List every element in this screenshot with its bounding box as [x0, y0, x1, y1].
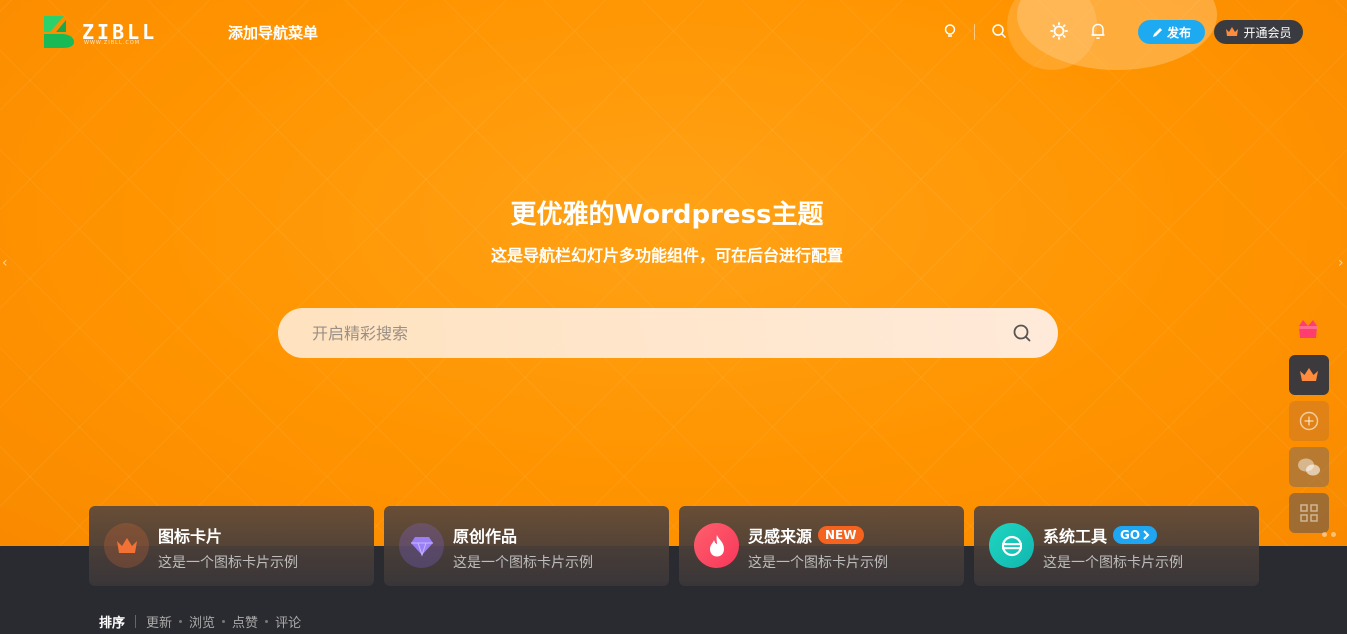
slider-dots	[1322, 532, 1336, 537]
logo-text: ZIBLL	[82, 20, 158, 44]
publish-label: 发布	[1166, 25, 1191, 40]
sort-dot	[179, 620, 183, 623]
crown-icon	[1226, 27, 1239, 36]
vip-label: 开通会员	[1243, 25, 1292, 40]
fire-icon	[709, 534, 724, 556]
card-desc: 这是一个图标卡片示例	[453, 555, 593, 571]
qrcode-icon	[1300, 504, 1318, 522]
gift-icon[interactable]	[1296, 318, 1320, 340]
sort-option-views[interactable]: 浏览	[189, 612, 215, 631]
float-wechat-button[interactable]	[1289, 447, 1329, 487]
card-title: 原创作品	[453, 527, 518, 546]
pencil-icon	[1152, 27, 1162, 37]
card-desc: 这是一个图标卡片示例	[1043, 555, 1183, 571]
logo-mark-icon	[44, 16, 74, 48]
nav-menu-add[interactable]: 添加导航菜单	[228, 22, 318, 43]
icon-card-4[interactable]: 系统工具 GO 这是一个图标卡片示例	[974, 506, 1259, 586]
card-icon-wrap	[104, 523, 149, 568]
hero-title: 更优雅的Wordpress主题	[510, 200, 824, 230]
card-title: 图标卡片	[158, 527, 223, 546]
icon-card-2[interactable]: 原创作品 这是一个图标卡片示例	[384, 506, 669, 586]
sort-separator	[135, 615, 137, 628]
card-icon-wrap	[989, 523, 1034, 568]
search-input[interactable]	[278, 308, 1012, 358]
float-vip-button[interactable]	[1289, 355, 1329, 395]
card-icon-wrap	[399, 523, 444, 568]
card-title: 灵感来源 NEW	[748, 523, 864, 547]
sort-dot	[222, 620, 226, 623]
slider-dot[interactable]	[1322, 532, 1327, 537]
sort-option-comments[interactable]: 评论	[275, 612, 301, 631]
card-title: 系统工具 GO	[1043, 523, 1158, 547]
card-desc: 这是一个图标卡片示例	[158, 555, 298, 571]
add-circle-icon	[1299, 411, 1319, 431]
sort-label: 排序	[99, 616, 126, 631]
hero-subtitle: 这是导航栏幻灯片多功能组件，可在后台进行配置	[490, 246, 843, 265]
sort-option-likes[interactable]: 点赞	[232, 612, 258, 631]
crown-icon	[116, 537, 137, 553]
header-search-icon[interactable]	[990, 22, 1008, 40]
icon-card-3[interactable]: 灵感来源 NEW 这是一个图标卡片示例	[679, 506, 964, 586]
header-separator	[974, 24, 975, 40]
search-box	[278, 308, 1058, 358]
chevron-right-icon	[1143, 530, 1150, 540]
float-add-button[interactable]	[1289, 401, 1329, 441]
logo-subtext: WWW.ZIBLL.COM	[84, 40, 141, 46]
search-icon[interactable]	[1012, 323, 1032, 343]
sort-option-update[interactable]: 更新	[146, 612, 172, 631]
notification-bell-icon[interactable]	[1089, 22, 1107, 40]
float-qrcode-button[interactable]	[1289, 493, 1329, 533]
slider-next-icon[interactable]: ›	[1338, 255, 1344, 271]
publish-button[interactable]: 发布	[1138, 20, 1205, 44]
diamond-icon	[410, 536, 433, 557]
new-badge: NEW	[818, 526, 864, 544]
go-badge: GO	[1113, 526, 1158, 544]
card-desc: 这是一个图标卡片示例	[748, 555, 888, 571]
hero-banner: ‹ › 更优雅的Wordpress主题 这是导航栏幻灯片多功能组件，可在后台进行…	[0, 0, 1347, 546]
sort-bar: 排序 更新 浏览 点赞 评论	[99, 612, 301, 631]
icon-card-1[interactable]: 图标卡片 这是一个图标卡片示例	[89, 506, 374, 586]
top-header: ZIBLL WWW.ZIBLL.COM 添加导航菜单 发布 开通会员	[0, 0, 1347, 64]
tool-icon	[1001, 535, 1022, 556]
float-crown-icon	[1300, 368, 1318, 381]
sort-dot	[265, 620, 269, 623]
card-icon-wrap	[694, 523, 739, 568]
vip-button[interactable]: 开通会员	[1214, 20, 1303, 44]
wechat-icon	[1298, 458, 1320, 476]
theme-toggle-icon[interactable]	[1050, 22, 1068, 40]
lightbulb-icon[interactable]	[941, 22, 959, 40]
slider-dot[interactable]	[1331, 532, 1336, 537]
